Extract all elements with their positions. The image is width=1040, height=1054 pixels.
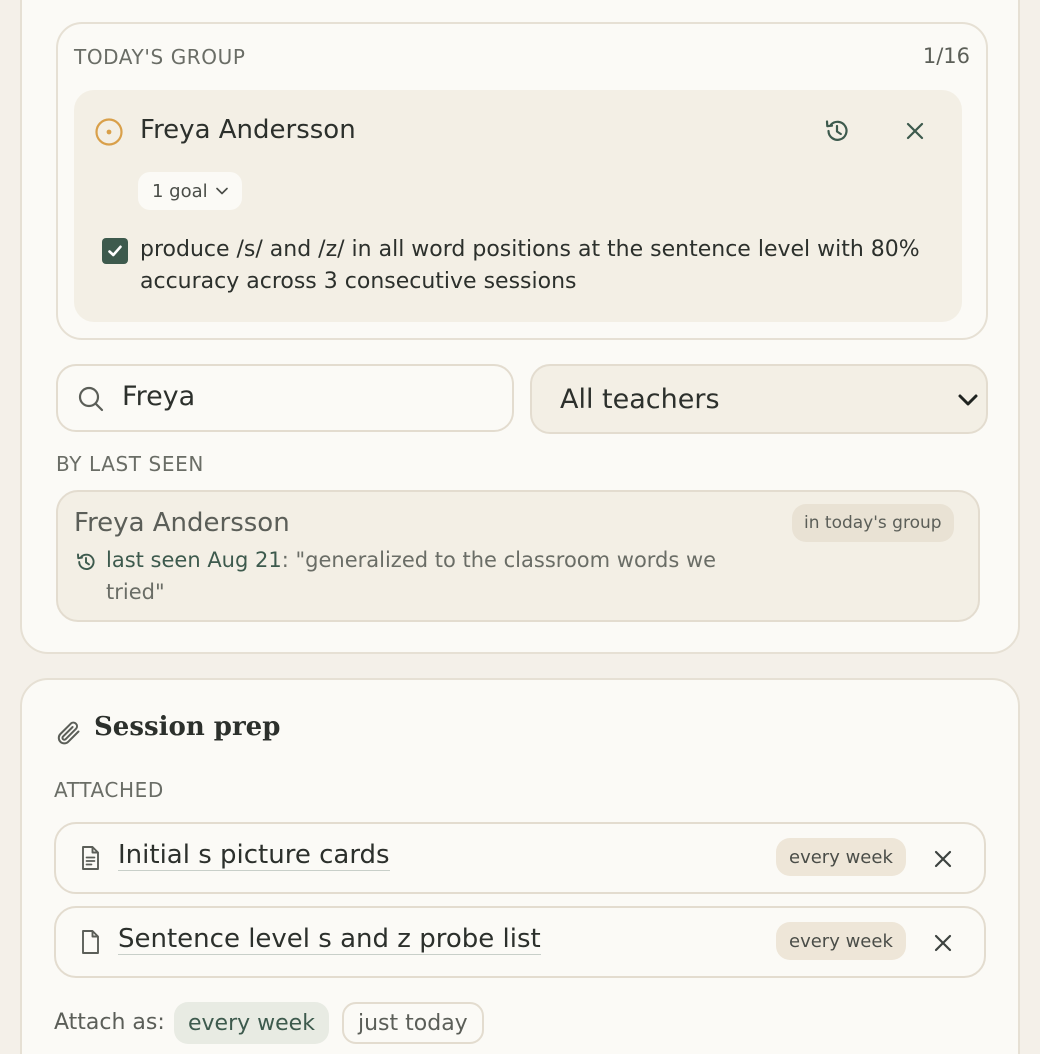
- todays-group-box: TODAY'S GROUP 1/16 Freya Andersson 1 goa…: [56, 22, 988, 340]
- student-name: Freya Andersson: [140, 115, 356, 145]
- student-result-row[interactable]: Freya Andersson in today's group last se…: [56, 490, 980, 622]
- attach-option-just-today[interactable]: just today: [342, 1002, 484, 1044]
- history-icon[interactable]: [822, 116, 852, 146]
- remove-from-group-close-icon[interactable]: [902, 118, 928, 144]
- attachment-item: Sentence level s and z probe list every …: [54, 906, 986, 978]
- goal-count-label: 1 goal: [152, 180, 208, 202]
- paperclip-icon: [57, 721, 80, 745]
- teacher-filter-value: All teachers: [560, 384, 720, 415]
- document-lines-icon: [82, 846, 99, 870]
- search-value: Freya: [122, 381, 196, 412]
- attach-as-label: Attach as:: [54, 1010, 165, 1035]
- by-last-seen-label: BY LAST SEEN: [56, 452, 204, 476]
- attach-option-every-week[interactable]: every week: [174, 1002, 329, 1044]
- session-prep-card: Session prep ATTACHED Initial s picture …: [20, 678, 1020, 1054]
- teacher-filter-select[interactable]: All teachers: [530, 364, 988, 434]
- chevron-down-icon: [215, 187, 228, 195]
- session-prep-title: Session prep: [94, 712, 281, 742]
- chevron-down-icon: [958, 394, 978, 406]
- last-seen-date: last seen Aug 21: [106, 548, 282, 572]
- remove-attachment-close-icon[interactable]: [930, 846, 956, 872]
- result-student-name: Freya Andersson: [74, 508, 290, 538]
- goal-text: produce /s/ and /z/ in all word position…: [140, 237, 920, 294]
- document-blank-icon: [82, 930, 99, 954]
- in-progress-status-icon: [95, 118, 123, 146]
- attachment-item: Initial s picture cards every week: [54, 822, 986, 894]
- attachment-frequency-badge: every week: [776, 922, 906, 960]
- goal-checkbox[interactable]: [102, 238, 128, 264]
- search-icon: [78, 386, 104, 412]
- roster-card: TODAY'S GROUP 1/16 Freya Andersson 1 goa…: [20, 0, 1020, 654]
- in-group-badge: in today's group: [792, 504, 954, 542]
- attachment-title-link[interactable]: Initial s picture cards: [118, 840, 390, 871]
- group-count: 1/16: [922, 44, 970, 68]
- student-search-input[interactable]: Freya: [56, 364, 514, 432]
- todays-group-label: TODAY'S GROUP: [74, 45, 246, 69]
- attachment-title-link[interactable]: Sentence level s and z probe list: [118, 924, 541, 955]
- attachment-frequency-badge: every week: [776, 838, 906, 876]
- remove-attachment-close-icon[interactable]: [930, 930, 956, 956]
- last-seen-note: last seen Aug 21: "generalized to the cl…: [106, 544, 766, 608]
- goal-count-dropdown[interactable]: 1 goal: [138, 172, 242, 210]
- history-icon: [77, 553, 95, 571]
- attached-label: ATTACHED: [54, 778, 164, 802]
- checkmark-icon: [108, 245, 122, 257]
- group-student-panel: Freya Andersson 1 goal produce /s/ and /…: [74, 90, 962, 322]
